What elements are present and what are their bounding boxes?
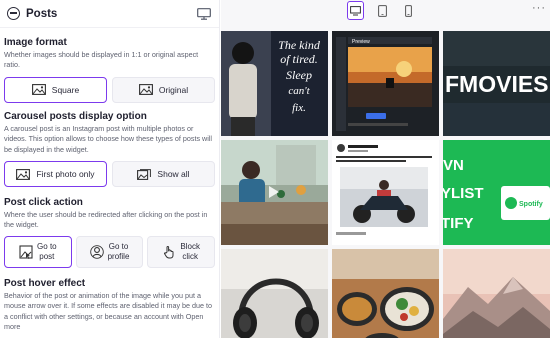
- carousel-section: Carousel posts display option A carousel…: [0, 110, 219, 188]
- go-to-post-line1: Go to: [37, 241, 57, 251]
- post-image: FMOVIES: [443, 31, 550, 136]
- image-icon: [31, 84, 46, 96]
- post-image: [221, 249, 328, 338]
- post-image: VN YLIST TIFY Spotify: [443, 140, 550, 245]
- original-option[interactable]: Original: [112, 76, 215, 103]
- tablet-icon: [378, 4, 387, 17]
- post-image: [221, 140, 328, 245]
- widget-preview: ··· The kind of tired. Sleep can't fix.: [221, 0, 550, 338]
- post-tile[interactable]: VN YLIST TIFY Spotify: [443, 140, 550, 245]
- post-tile[interactable]: FMOVIES: [443, 31, 550, 136]
- post-tile[interactable]: The kind of tired. Sleep can't fix.: [221, 31, 328, 136]
- go-to-profile-option[interactable]: Go to profile: [75, 235, 144, 268]
- quote-line: of tired.: [280, 52, 318, 66]
- go-to-post-line2: post: [39, 251, 55, 261]
- preview-caption: Preview: [352, 39, 370, 45]
- post-image: [332, 140, 439, 245]
- monitor-icon[interactable]: [197, 7, 211, 20]
- hover-section: Post hover effect Behavior of the post o…: [0, 278, 219, 333]
- gallery-icon: [137, 168, 152, 180]
- block-click-line1: Block: [180, 241, 200, 251]
- spotify-badge: Spotify: [519, 201, 543, 208]
- panel-title: Posts: [26, 7, 58, 20]
- hand-pointer-icon: [164, 245, 174, 259]
- quote-line: fix.: [292, 102, 306, 114]
- post-image: [443, 249, 550, 338]
- image-icon: [16, 168, 31, 180]
- desktop-view-button[interactable]: [347, 1, 364, 20]
- post-image: The kind of tired. Sleep can't fix.: [221, 31, 328, 136]
- block-click-option[interactable]: Block click: [147, 235, 216, 268]
- post-tile[interactable]: [443, 249, 550, 338]
- post-icon: [19, 245, 33, 259]
- quote-line: The kind: [278, 38, 321, 52]
- post-grid: The kind of tired. Sleep can't fix. Prev…: [221, 31, 550, 338]
- profile-icon: [89, 245, 104, 259]
- post-tile[interactable]: [221, 249, 328, 338]
- show-all-option[interactable]: Show all: [112, 161, 215, 188]
- go-to-profile-line2: profile: [107, 251, 130, 261]
- tablet-view-button[interactable]: [374, 1, 391, 20]
- post-tile[interactable]: [332, 140, 439, 245]
- go-to-post-option[interactable]: Go to post: [4, 235, 72, 268]
- block-click-line2: click: [182, 251, 198, 261]
- quote-line: Sleep: [286, 68, 312, 82]
- image-format-title: Image format: [4, 37, 67, 48]
- hover-title: Post hover effect: [4, 277, 86, 289]
- square-option[interactable]: Square: [4, 76, 107, 103]
- image-format-section: Image format Whether images should be di…: [0, 37, 219, 103]
- original-option-label: Original: [158, 84, 189, 95]
- image-format-desc: Whether images should be displayed in 1:…: [4, 50, 199, 70]
- quote-line: can't: [288, 85, 310, 97]
- carousel-desc: A carousel post is an Instagram post wit…: [4, 123, 213, 154]
- first-photo-option[interactable]: First photo only: [4, 161, 107, 188]
- mobile-icon: [405, 4, 412, 17]
- click-action-section: Post click action Where the user should …: [0, 197, 219, 268]
- fmovies-text: FMOVIES: [445, 71, 549, 97]
- square-option-label: Square: [51, 84, 80, 95]
- collapse-icon[interactable]: [7, 7, 20, 20]
- promo-line: TIFY: [443, 215, 474, 232]
- post-tile[interactable]: [332, 249, 439, 338]
- carousel-title: Carousel posts display option: [4, 110, 147, 122]
- image-icon: [138, 84, 153, 96]
- hover-desc: Behavior of the post or animation of the…: [4, 290, 213, 332]
- post-image: [332, 249, 439, 338]
- post-image: Preview: [332, 31, 439, 136]
- show-all-label: Show all: [157, 169, 190, 180]
- panel-header: Posts: [0, 0, 219, 28]
- desktop-icon: [350, 5, 361, 15]
- mobile-view-button[interactable]: [400, 1, 417, 20]
- more-options-icon[interactable]: ···: [532, 2, 546, 14]
- click-action-title: Post click action: [4, 197, 83, 209]
- promo-line: VN: [443, 157, 464, 174]
- click-action-desc: Where the user should be redirected afte…: [4, 210, 208, 230]
- settings-panel: Posts Image format Whether images should…: [0, 0, 220, 338]
- post-tile[interactable]: Preview: [332, 31, 439, 136]
- device-toolbar: ···: [221, 0, 550, 28]
- promo-line: YLIST: [443, 185, 484, 202]
- go-to-profile-line1: Go to: [108, 241, 129, 251]
- first-photo-label: First photo only: [36, 169, 95, 180]
- post-tile[interactable]: [221, 140, 328, 245]
